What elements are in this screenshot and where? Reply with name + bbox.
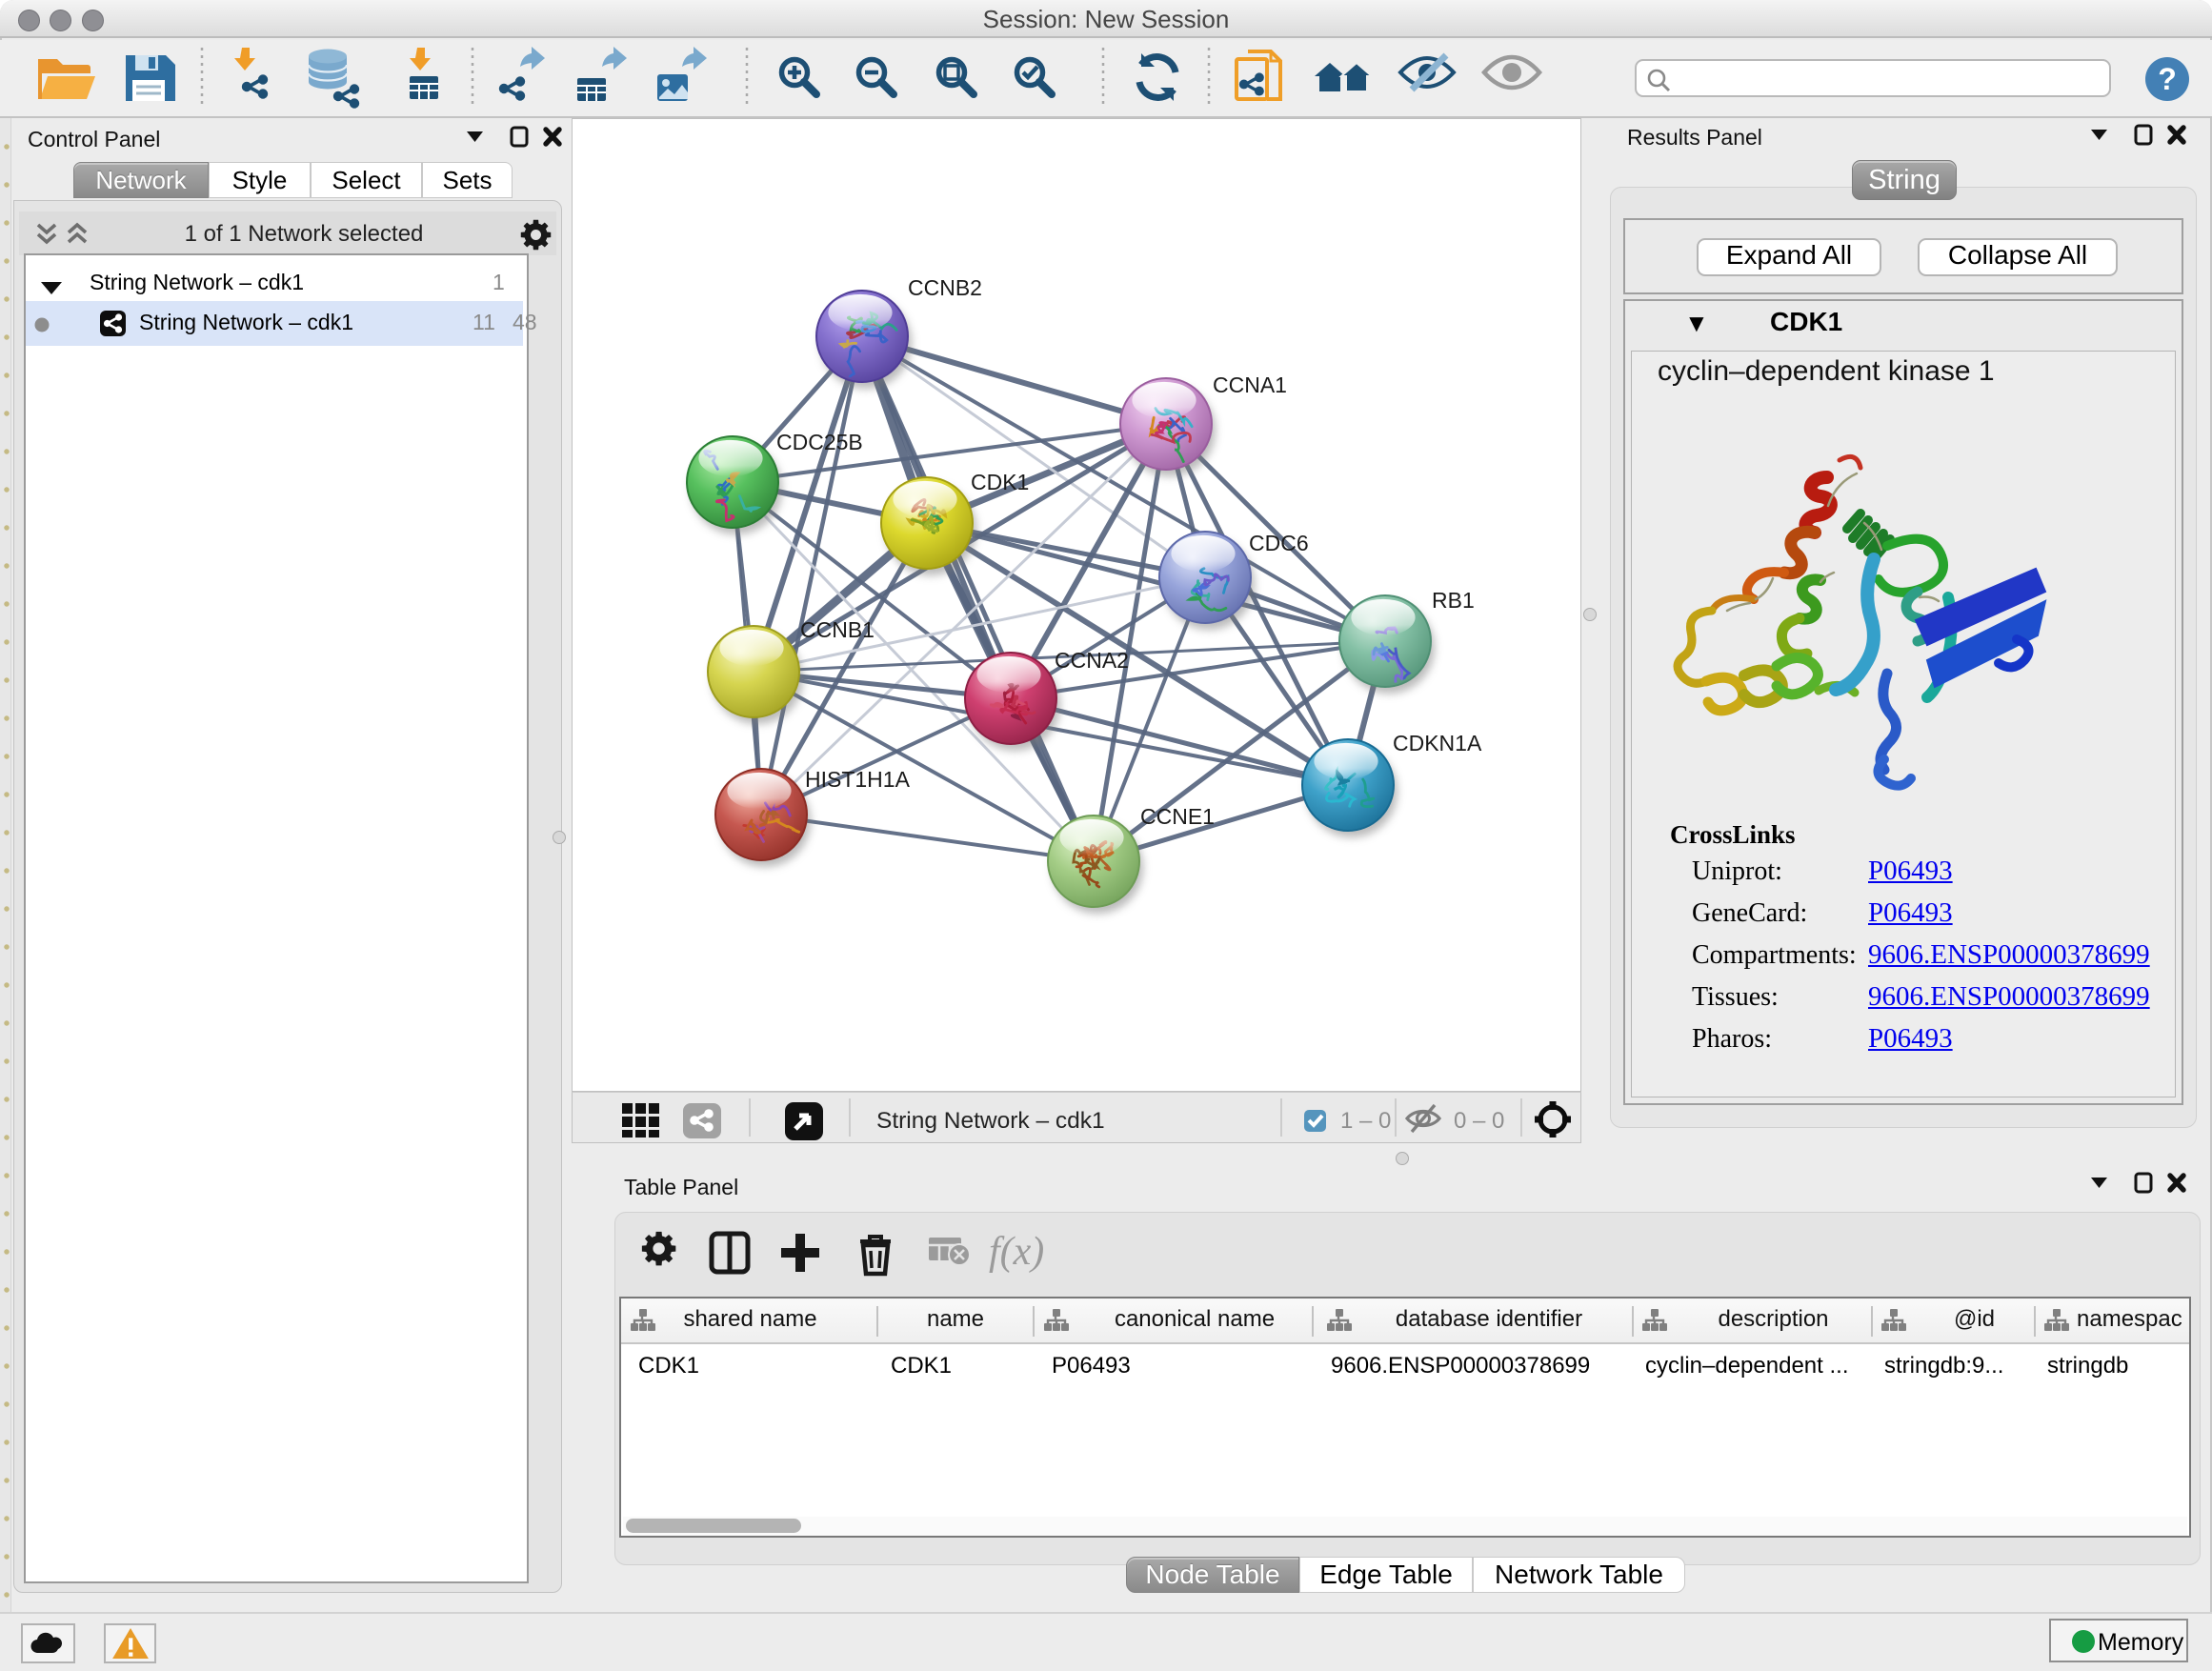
svg-text:f(x): f(x) <box>989 1230 1044 1274</box>
svg-text:CCNA1: CCNA1 <box>1213 372 1287 397</box>
svg-text:CDK1: CDK1 <box>971 470 1029 494</box>
svg-text:CCNE1: CCNE1 <box>1140 804 1215 829</box>
svg-text:CCNB2: CCNB2 <box>908 275 982 300</box>
svg-text:RB1: RB1 <box>1432 588 1475 613</box>
svg-text:?: ? <box>2158 62 2177 96</box>
svg-text:1 – 0: 1 – 0 <box>1340 1108 1391 1134</box>
svg-text:CCNB1: CCNB1 <box>800 617 875 642</box>
svg-text:CCNA2: CCNA2 <box>1055 648 1129 673</box>
svg-text:HIST1H1A: HIST1H1A <box>805 767 911 792</box>
svg-text:0 – 0: 0 – 0 <box>1454 1108 1504 1134</box>
svg-text:CDC25B: CDC25B <box>776 430 863 454</box>
svg-text:String Network – cdk1: String Network – cdk1 <box>876 1108 1105 1134</box>
svg-text:CDKN1A: CDKN1A <box>1393 731 1482 755</box>
svg-text:CDC6: CDC6 <box>1249 531 1309 555</box>
